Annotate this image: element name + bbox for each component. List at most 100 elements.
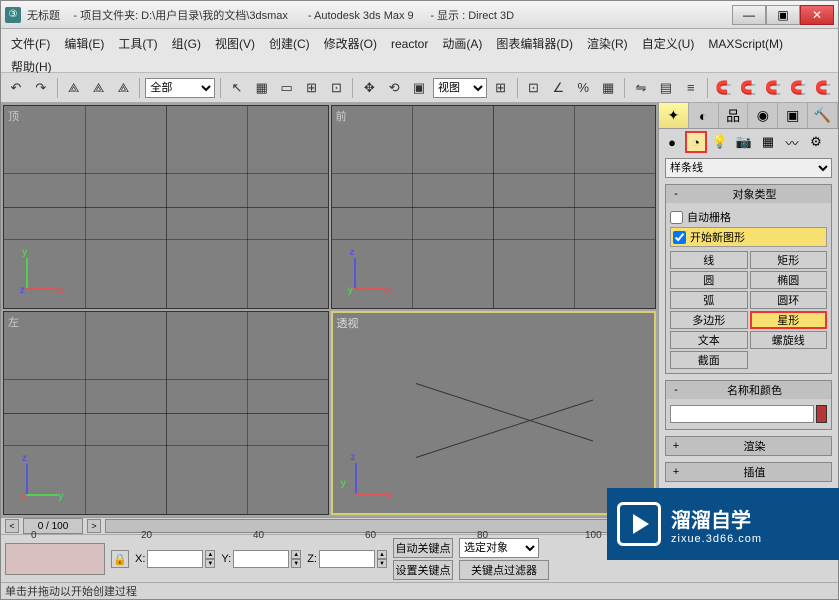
modify-tab[interactable]: ◐ bbox=[689, 103, 719, 128]
viewport-front[interactable]: 前 z x y bbox=[331, 105, 657, 309]
create-tab[interactable]: ✦ bbox=[659, 103, 689, 128]
render-rollout[interactable]: +渲染 bbox=[665, 436, 832, 456]
donut-button[interactable]: 圆环 bbox=[750, 291, 828, 309]
auto-grid-label: 自动栅格 bbox=[687, 209, 731, 225]
cameras-subtab[interactable]: 📷 bbox=[733, 131, 755, 153]
shapes-subtab[interactable]: ◔ bbox=[685, 131, 707, 153]
circle-button[interactable]: 圆 bbox=[670, 271, 748, 289]
close-button[interactable]: ✕ bbox=[800, 5, 834, 25]
helix-button[interactable]: 螺旋线 bbox=[750, 331, 828, 349]
utilities-tab[interactable]: 🔨 bbox=[808, 103, 838, 128]
x-input[interactable] bbox=[147, 550, 203, 568]
watermark: 溜溜自学 zixue.3d66.com bbox=[607, 488, 839, 560]
y-spinner[interactable]: ▲▼ bbox=[291, 550, 301, 568]
arc-button[interactable]: 弧 bbox=[670, 291, 748, 309]
select-button[interactable]: ↖ bbox=[226, 77, 248, 99]
align-button[interactable]: ▤ bbox=[655, 77, 677, 99]
menu-render[interactable]: 渲染(R) bbox=[585, 33, 630, 54]
z-input[interactable] bbox=[319, 550, 375, 568]
ngon-button[interactable]: 多边形 bbox=[670, 311, 748, 329]
snap-button[interactable]: ⊡ bbox=[523, 77, 545, 99]
menu-tools[interactable]: 工具(T) bbox=[116, 33, 159, 54]
window-title: 无标题 - 项目文件夹: D:\用户目录\我的文档\3dsmax - Autod… bbox=[27, 7, 732, 23]
layer-button[interactable]: ≡ bbox=[680, 77, 702, 99]
text-button[interactable]: 文本 bbox=[670, 331, 748, 349]
menubar: 文件(F) 编辑(E) 工具(T) 组(G) 视图(V) 创建(C) 修改器(O… bbox=[1, 29, 838, 73]
menu-group[interactable]: 组(G) bbox=[170, 33, 203, 54]
ref-coord-select[interactable]: 视图 bbox=[433, 78, 487, 98]
magnet3-button[interactable]: 🧲 bbox=[762, 77, 784, 99]
magnet1-button[interactable]: 🧲 bbox=[713, 77, 735, 99]
key-selection-filter[interactable]: 选定对象 bbox=[459, 538, 539, 558]
unlink-button[interactable]: ⟁ bbox=[88, 77, 110, 99]
auto-grid-checkbox[interactable] bbox=[670, 211, 683, 224]
menu-reactor[interactable]: reactor bbox=[389, 35, 430, 53]
helpers-subtab[interactable]: ▦ bbox=[757, 131, 779, 153]
menu-file[interactable]: 文件(F) bbox=[9, 33, 52, 54]
interpolation-rollout[interactable]: +插值 bbox=[665, 462, 832, 482]
viewport-perspective[interactable]: 透视 z x y bbox=[331, 311, 657, 515]
lock-selection-button[interactable]: 🔒 bbox=[111, 550, 129, 568]
auto-key-button[interactable]: 自动关键点 bbox=[393, 538, 453, 558]
display-tab[interactable]: ▣ bbox=[778, 103, 808, 128]
mirror-button[interactable]: ⇋ bbox=[630, 77, 652, 99]
select-region-button[interactable]: ▭ bbox=[276, 77, 298, 99]
menu-edit[interactable]: 编辑(E) bbox=[62, 33, 106, 54]
center-pivot-button[interactable]: ⊞ bbox=[490, 77, 512, 99]
section-button[interactable]: 截面 bbox=[670, 351, 748, 369]
spacewarps-subtab[interactable]: 〰 bbox=[781, 131, 803, 153]
menu-create[interactable]: 创建(C) bbox=[267, 33, 312, 54]
lights-subtab[interactable]: 💡 bbox=[709, 131, 731, 153]
window-crossing-button[interactable]: ⊞ bbox=[301, 77, 323, 99]
move-button[interactable]: ✥ bbox=[358, 77, 380, 99]
rectangle-button[interactable]: 矩形 bbox=[750, 251, 828, 269]
command-panel: ✦ ◐ 品 ◉ ▣ 🔨 ● ◔ 💡 📷 ▦ 〰 ⚙ 样条线 -对象类型 bbox=[658, 103, 838, 517]
play-icon bbox=[617, 502, 661, 546]
motion-tab[interactable]: ◉ bbox=[748, 103, 778, 128]
ellipse-button[interactable]: 椭圆 bbox=[750, 271, 828, 289]
select-by-name-button[interactable]: ▦ bbox=[251, 77, 273, 99]
minimize-button[interactable]: — bbox=[732, 5, 766, 25]
viewport-top[interactable]: 顶 y x z bbox=[3, 105, 329, 309]
angle-snap-button[interactable]: ∠ bbox=[547, 77, 569, 99]
magnet2-button[interactable]: 🧲 bbox=[738, 77, 760, 99]
y-input[interactable] bbox=[233, 550, 289, 568]
object-name-input[interactable] bbox=[670, 405, 814, 423]
scale-button[interactable]: ▣ bbox=[408, 77, 430, 99]
category-select[interactable]: 样条线 bbox=[665, 158, 832, 178]
object-color-swatch[interactable] bbox=[816, 405, 827, 423]
timeslider-prev-button[interactable]: < bbox=[5, 519, 19, 533]
percent-snap-button[interactable]: % bbox=[572, 77, 594, 99]
menu-animation[interactable]: 动画(A) bbox=[440, 33, 484, 54]
redo-button[interactable]: ↷ bbox=[30, 77, 52, 99]
menu-views[interactable]: 视图(V) bbox=[213, 33, 257, 54]
start-new-shape-checkbox[interactable] bbox=[673, 231, 686, 244]
geometry-subtab[interactable]: ● bbox=[661, 131, 683, 153]
link-button[interactable]: ⟁ bbox=[63, 77, 85, 99]
key-filter-button[interactable]: 关键点过滤器 bbox=[459, 560, 549, 580]
viewport-left[interactable]: 左 z y x bbox=[3, 311, 329, 515]
paint-select-button[interactable]: ⊡ bbox=[325, 77, 347, 99]
menu-maxscript[interactable]: MAXScript(M) bbox=[706, 35, 785, 53]
bind-space-warp-button[interactable]: ⟁ bbox=[113, 77, 135, 99]
rotate-button[interactable]: ⟲ bbox=[383, 77, 405, 99]
x-spinner[interactable]: ▲▼ bbox=[205, 550, 215, 568]
set-key-button[interactable]: 设置关键点 bbox=[393, 560, 453, 580]
menu-graph-editors[interactable]: 图表编辑器(D) bbox=[494, 33, 575, 54]
z-spinner[interactable]: ▲▼ bbox=[377, 550, 387, 568]
axis-gizmo-icon: z x y bbox=[347, 453, 397, 503]
hierarchy-tab[interactable]: 品 bbox=[719, 103, 749, 128]
menu-modifiers[interactable]: 修改器(O) bbox=[322, 33, 379, 54]
spinner-snap-button[interactable]: ▦ bbox=[597, 77, 619, 99]
systems-subtab[interactable]: ⚙ bbox=[805, 131, 827, 153]
line-button[interactable]: 线 bbox=[670, 251, 748, 269]
maximize-button[interactable]: ▣ bbox=[766, 5, 800, 25]
timeslider-next-button[interactable]: > bbox=[87, 519, 101, 533]
magnet5-button[interactable]: 🧲 bbox=[812, 77, 834, 99]
magnet4-button[interactable]: 🧲 bbox=[787, 77, 809, 99]
undo-button[interactable]: ↶ bbox=[5, 77, 27, 99]
object-type-rollout: -对象类型 自动栅格 开始新图形 线 矩形 圆 椭圆 弧 圆环 多边形 星形 文… bbox=[665, 184, 832, 374]
star-button[interactable]: 星形 bbox=[750, 311, 828, 329]
menu-customize[interactable]: 自定义(U) bbox=[640, 33, 697, 54]
selection-filter-select[interactable]: 全部 bbox=[145, 78, 215, 98]
